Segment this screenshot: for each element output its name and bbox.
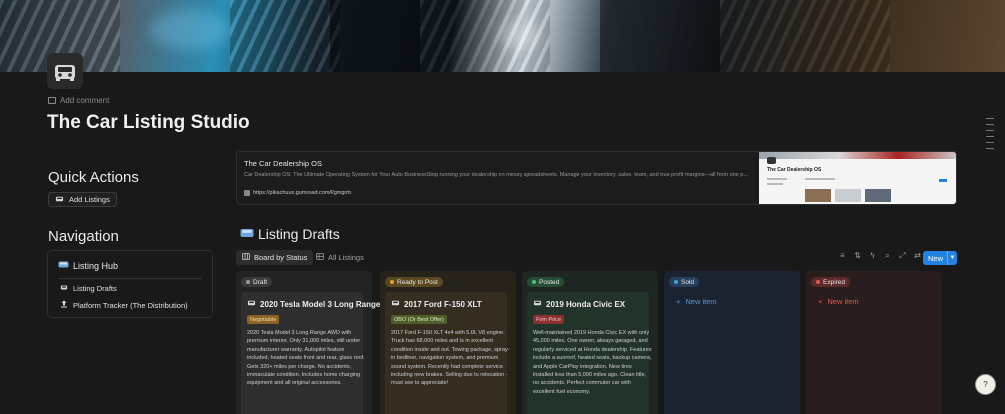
table-of-contents[interactable] (986, 118, 994, 154)
status-dot-icon (674, 280, 678, 284)
card-description: Well-maintained 2019 Honda Civic EX with… (533, 330, 652, 395)
status-label: Ready to Post (397, 278, 438, 286)
status-badge[interactable]: Expired (811, 277, 851, 287)
board-column-ready-to-post: Ready to Post 2017 Ford F-150 XLT OBO (Or … (380, 271, 516, 414)
sort-icon[interactable]: ⇅ (853, 251, 862, 261)
board-column-expired: Expired + New item (806, 271, 942, 414)
listing-card[interactable]: 2019 Honda Civic EX Firm Price Well-mainta… (527, 292, 652, 414)
divider (58, 278, 202, 279)
link-preview-thumbnail: The Car Dealership OS (759, 152, 956, 204)
new-item-button[interactable]: + New item (818, 297, 859, 306)
add-listings-button[interactable]: Add Listings (48, 192, 117, 207)
new-button-label: New (928, 253, 944, 263)
plus-icon: + (676, 297, 681, 306)
chevron-down-icon[interactable]: ▼ (947, 251, 957, 265)
status-label: Draft (253, 278, 268, 286)
settings-icon[interactable]: ⇄ (913, 251, 922, 261)
expand-icon[interactable]: ⤢ (898, 251, 907, 261)
cover-image (0, 0, 1005, 72)
card-description: 2020 Tesla Model 3 Long Range AWD with p… (247, 330, 365, 387)
link-preview-url: https://pikachuux.gumroad.com/l/gmgrrb (244, 190, 351, 196)
status-dot-icon (816, 280, 820, 284)
thumbnail-title: The Car Dealership OS (767, 167, 822, 173)
nav-item-label: Listing Drafts (73, 284, 117, 293)
link-preview-title: The Car Dealership OS (244, 159, 322, 168)
status-label: Sold (681, 278, 695, 286)
tab-all-listings[interactable]: All Listings (310, 250, 370, 265)
card-title-text: 2019 Honda Civic EX (546, 299, 626, 309)
car-icon (533, 299, 542, 309)
search-icon[interactable]: ⌕ (883, 251, 892, 261)
filter-icon[interactable]: ≡ (838, 251, 847, 261)
board-title[interactable]: Listing Drafts (240, 226, 340, 242)
listing-card[interactable]: 2020 Tesla Model 3 Long Range Negotiable 2… (241, 292, 380, 414)
status-label: Expired (823, 278, 846, 286)
help-icon[interactable]: ? (975, 374, 996, 395)
card-title: 2020 Tesla Model 3 Long Range (247, 299, 380, 309)
card-description: 2017 Ford F-150 XLT 4x4 with 5.0L V8 eng… (391, 330, 510, 387)
price-tag-badge: Firm Price (533, 315, 565, 324)
upload-icon (60, 300, 68, 310)
status-dot-icon (532, 280, 536, 284)
new-button[interactable]: New ▼ (923, 251, 957, 265)
board-toolbar: ≡ ⇅ ϟ ⌕ ⤢ ⇄ (838, 251, 922, 261)
add-comment-button[interactable]: Add comment (48, 96, 109, 105)
listing-hub-label: Listing Hub (73, 260, 119, 271)
board-column-posted: Posted 2019 Honda Civic EX Firm Price Well-… (522, 271, 658, 414)
card-title: 2017 Ford F-150 XLT (391, 299, 482, 309)
status-badge[interactable]: Posted (527, 277, 565, 287)
car-icon (55, 195, 64, 205)
quick-actions-heading: Quick Actions (48, 169, 139, 186)
car-icon (391, 299, 400, 309)
status-badge[interactable]: Sold (669, 277, 700, 287)
car-icon (240, 226, 254, 242)
car-icon[interactable] (47, 53, 83, 89)
listing-hub-link[interactable]: Listing Hub (58, 260, 118, 271)
status-label: Posted (539, 278, 560, 286)
nav-item-listing-drafts[interactable]: Listing Drafts (60, 284, 117, 293)
nav-item-label: Platform Tracker (The Distribution) (73, 300, 188, 310)
favicon-icon (244, 190, 250, 196)
new-item-label: New item (827, 297, 859, 306)
card-title-text: 2017 Ford F-150 XLT (404, 299, 482, 309)
board-title-label: Listing Drafts (258, 226, 340, 242)
automation-icon[interactable]: ϟ (868, 251, 877, 261)
card-title: 2019 Honda Civic EX (533, 299, 625, 309)
table-view-icon (316, 253, 324, 262)
tab-label: All Listings (328, 253, 364, 262)
add-listings-label: Add Listings (69, 195, 110, 204)
page-title[interactable]: The Car Listing Studio (47, 112, 250, 134)
comment-icon (48, 97, 56, 104)
board-column-draft: Draft 2020 Tesla Model 3 Long Range Negoti… (236, 271, 380, 414)
card-title-text: 2020 Tesla Model 3 Long Range (260, 299, 381, 309)
navigation-panel: Listing Hub Listing Drafts Platform Trac… (47, 250, 213, 318)
price-tag-badge: Negotiable (247, 315, 280, 324)
listing-card[interactable]: 2017 Ford F-150 XLT OBO (Or Best Offer) 20… (385, 292, 510, 414)
link-preview-card[interactable]: The Car Dealership OS Car Dealership OS:… (236, 151, 957, 205)
status-dot-icon (390, 280, 394, 284)
car-icon (60, 284, 68, 293)
navigation-heading: Navigation (48, 228, 119, 245)
link-preview-description: Car Dealership OS: The Ultimate Operatin… (244, 172, 748, 178)
link-preview-url-text: https://pikachuux.gumroad.com/l/gmgrrb (253, 190, 352, 196)
new-item-label: New item (685, 297, 717, 306)
board-column-sold: Sold + New item (664, 271, 800, 414)
plus-icon: + (818, 297, 823, 306)
nav-item-platform-tracker[interactable]: Platform Tracker (The Distribution) (60, 300, 188, 310)
car-icon (58, 260, 69, 271)
status-badge[interactable]: Ready to Post (385, 277, 443, 287)
new-item-button[interactable]: + New item (676, 297, 717, 306)
status-badge[interactable]: Draft (241, 277, 273, 287)
status-dot-icon (246, 280, 250, 284)
price-tag-badge: OBO (Or Best Offer) (391, 315, 447, 324)
board-view-icon (242, 253, 250, 262)
car-icon (247, 299, 256, 309)
tab-label: Board by Status (254, 253, 308, 262)
add-comment-label: Add comment (60, 96, 110, 105)
tab-board-by-status[interactable]: Board by Status (236, 250, 314, 265)
